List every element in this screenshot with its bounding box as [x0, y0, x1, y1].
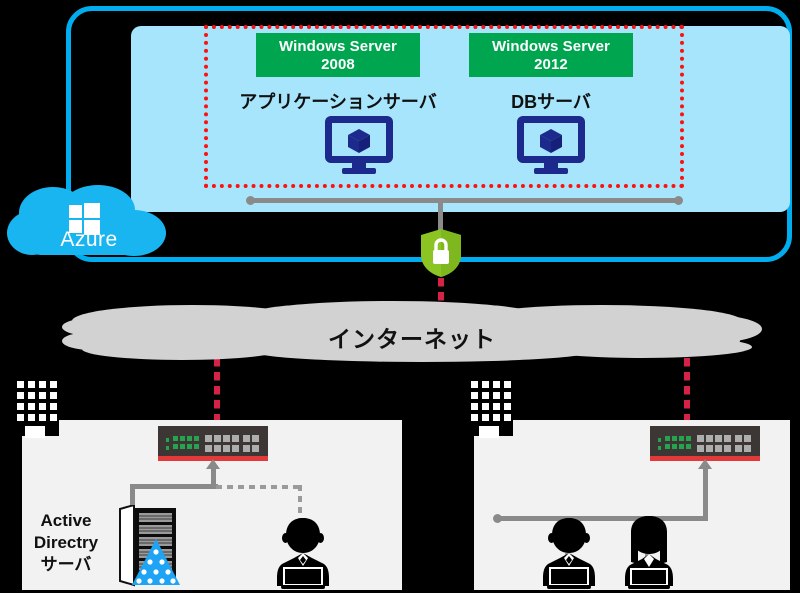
- os-badge-app-line2: 2008: [321, 56, 355, 73]
- person-male-laptop-icon: [272, 512, 334, 590]
- ad-server-label-line2: Directry: [33, 533, 99, 552]
- lan-right-bus-endpoint: [493, 514, 502, 523]
- azure-cloud-label: Azure: [60, 228, 118, 251]
- internet-label: インターネット: [328, 326, 496, 352]
- ad-server-label-line1: Active: [40, 511, 92, 530]
- os-badge-app-server: Windows Server 2008: [256, 33, 420, 77]
- azure-bus-endpoint-right: [674, 196, 683, 205]
- office-building-icon: [8, 366, 63, 438]
- wifi-left-horizontal: [216, 485, 302, 489]
- office-building-icon: [462, 366, 517, 438]
- lan-right-uplink: [703, 464, 708, 520]
- server-rack-icon: [118, 503, 180, 587]
- person-female-laptop-icon: [618, 512, 680, 590]
- lan-left-uplink: [211, 464, 216, 486]
- os-badge-app-line1: Windows Server: [279, 38, 397, 55]
- vm-monitor-icon: [515, 114, 587, 176]
- role-label-app-server: アプリケーションサーバ: [239, 92, 437, 112]
- vm-monitor-icon: [323, 114, 395, 176]
- os-badge-db-server: Windows Server 2012: [469, 33, 633, 77]
- ad-server-label: Active Directry サーバ: [20, 510, 112, 576]
- os-badge-db-line1: Windows Server: [492, 38, 610, 55]
- azure-bus-endpoint-left: [246, 196, 255, 205]
- role-label-db-server: DBサーバ: [511, 92, 591, 112]
- lan-left-bus: [130, 484, 218, 489]
- ad-server-label-line3: サーバ: [40, 555, 92, 574]
- person-male-laptop-icon: [538, 512, 600, 590]
- azure-subnet-bus: [248, 198, 680, 203]
- diagram-canvas: Windows Server 2008 Windows Server 2012 …: [0, 0, 800, 593]
- os-badge-db-line2: 2012: [534, 56, 568, 73]
- shield-lock-icon: [420, 228, 462, 278]
